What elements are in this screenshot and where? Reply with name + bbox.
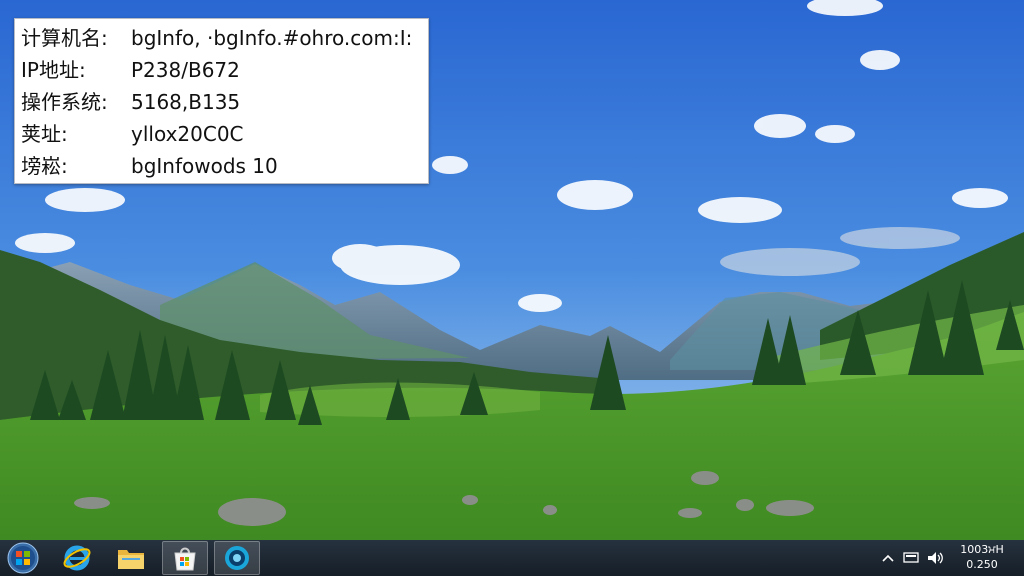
- bginfo-row-os: 操作系统: 5168,B135: [21, 87, 426, 117]
- clock-date: 0.250: [966, 558, 998, 571]
- bginfo-key: 塝崧:: [21, 154, 68, 178]
- tray-volume[interactable]: [924, 540, 946, 576]
- bginfo-value: P238/B672: [131, 58, 240, 82]
- tray-overflow[interactable]: [878, 540, 898, 576]
- taskbar-clock[interactable]: 1003ਮH 0.250: [954, 542, 1010, 574]
- bginfo-row-4: 荚址: yllox20C0C: [21, 119, 426, 149]
- start-button[interactable]: [0, 541, 46, 575]
- bginfo-key: 操作系统:: [21, 90, 108, 114]
- taskbar: 1003ਮH 0.250: [0, 540, 1024, 576]
- internet-explorer-icon: [63, 545, 91, 571]
- bginfo-value: bgInfowods 10: [131, 154, 278, 178]
- bginfo-row-ip-address: IP地址: P238/B672: [21, 55, 426, 85]
- bginfo-key: 荚址:: [21, 122, 68, 146]
- taskbar-file-explorer[interactable]: [108, 541, 154, 575]
- bginfo-panel: 计算机名: bgInfo, ·bgInfo.#ohro.com:I: IP地址:…: [14, 18, 429, 184]
- volume-icon: [928, 552, 943, 564]
- chevron-up-icon: [882, 554, 894, 562]
- bginfo-value: 5168,B135: [131, 90, 241, 114]
- media-player-icon: [225, 546, 249, 570]
- windows-start-icon: [7, 542, 39, 574]
- tray-network[interactable]: [900, 540, 922, 576]
- bginfo-key: 计算机名:: [21, 26, 108, 50]
- bginfo-row-computer-name: 计算机名: bgInfo, ·bgInfo.#ohro.com:I:: [21, 23, 426, 53]
- clock-time: 1003ਮH: [960, 543, 1004, 556]
- taskbar-internet-explorer[interactable]: [54, 541, 100, 575]
- bginfo-row-5: 塝崧: bgInfowods 10: [21, 151, 426, 181]
- taskbar-store[interactable]: [162, 541, 208, 575]
- bginfo-key: IP地址:: [21, 58, 86, 82]
- bginfo-value: bgInfo, ·bgInfo.#ohro.com:I:: [131, 26, 413, 50]
- file-explorer-icon: [118, 550, 144, 569]
- taskbar-media-player[interactable]: [214, 541, 260, 575]
- store-icon: [174, 547, 196, 571]
- bginfo-value: yllox20C0C: [131, 122, 244, 146]
- network-icon: [903, 552, 919, 563]
